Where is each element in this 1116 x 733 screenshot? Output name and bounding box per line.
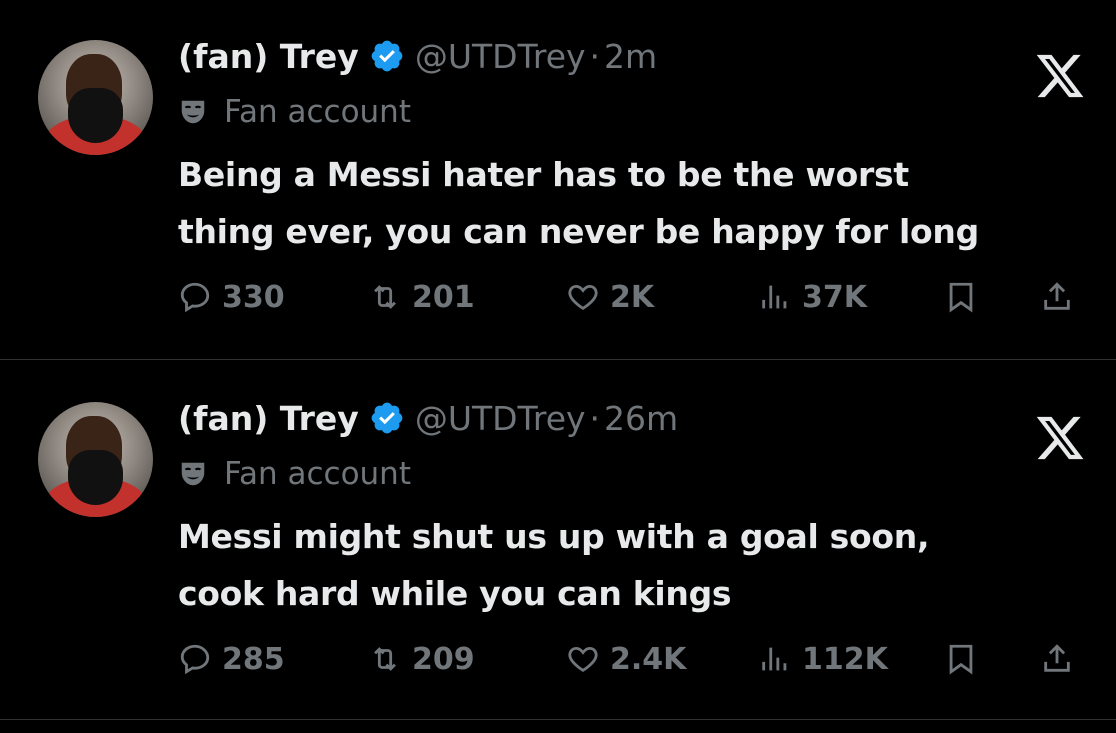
separator-dot: · [589,398,601,438]
account-label-text: Fan account [224,456,411,492]
bookmark-button[interactable] [944,634,978,684]
tweet-actions: 330 201 2K 37K [178,272,1088,322]
tweet[interactable]: (fan) Trey @UTDTrey · 2m Fan account Bei… [0,0,1116,360]
heart-icon [568,646,598,672]
views-button[interactable]: 37K [758,272,867,322]
share-button[interactable] [1040,272,1074,322]
like-count: 2.4K [610,641,687,677]
retweet-count: 201 [412,279,475,315]
timestamp[interactable]: 2m [604,37,657,76]
like-count: 2K [610,279,655,315]
tweet-text-line: Messi might shut us up with a goal soon, [178,517,930,556]
reply-button[interactable]: 285 [178,634,285,684]
views-count: 112K [802,641,888,677]
bookmark-icon [949,644,973,675]
account-label: Fan account [178,90,411,134]
display-name[interactable]: (fan) Trey [178,399,359,438]
tweet-feed: (fan) Trey @UTDTrey · 2m Fan account Bei… [0,0,1116,733]
theater-mask-icon [181,462,205,486]
avatar[interactable] [38,40,153,155]
verified-badge-icon [371,402,403,434]
retweet-count: 209 [412,641,475,677]
retweet-icon [374,285,396,309]
reply-button[interactable]: 330 [178,272,285,322]
display-name[interactable]: (fan) Trey [178,37,359,76]
views-button[interactable]: 112K [758,634,888,684]
tweet-header: (fan) Trey @UTDTrey · 26m [178,396,678,440]
reply-icon [180,644,210,675]
separator-dot: · [589,36,601,76]
tweet-text-line: Being a Messi hater has to be the worst [178,155,909,194]
heart-icon [568,284,598,310]
reply-icon [180,282,210,313]
account-label: Fan account [178,452,411,496]
reply-count: 285 [222,641,285,677]
tweet-text: Being a Messi hater has to be the worst … [178,146,1078,260]
user-handle[interactable]: @UTDTrey [415,37,586,76]
like-button[interactable]: 2.4K [566,634,686,684]
tweet-text-line: thing ever, you can never be happy for l… [178,212,979,251]
bookmark-button[interactable] [944,272,978,322]
views-count: 37K [802,279,867,315]
share-icon [1044,282,1070,310]
retweet-button[interactable]: 209 [368,634,475,684]
tweet-text-line: cook hard while you can kings [178,574,732,613]
views-icon [762,285,787,309]
theater-mask-icon [181,100,205,124]
user-handle[interactable]: @UTDTrey [415,399,586,438]
tweet-header: (fan) Trey @UTDTrey · 2m [178,34,657,78]
verified-badge-icon [371,40,403,72]
retweet-icon [374,647,396,671]
tweet-text: Messi might shut us up with a goal soon,… [178,508,1078,622]
x-logo-icon[interactable] [1034,50,1086,102]
like-button[interactable]: 2K [566,272,654,322]
bookmark-icon [949,282,973,313]
share-icon [1044,644,1070,672]
tweet-actions: 285 209 2.4K 112K [178,634,1088,684]
tweet[interactable]: (fan) Trey @UTDTrey · 26m Fan account Me… [0,362,1116,720]
avatar[interactable] [38,402,153,517]
views-icon [762,647,787,671]
retweet-button[interactable]: 201 [368,272,475,322]
account-label-text: Fan account [224,94,411,130]
timestamp[interactable]: 26m [604,399,678,438]
share-button[interactable] [1040,634,1074,684]
reply-count: 330 [222,279,285,315]
x-logo-icon[interactable] [1034,412,1086,464]
